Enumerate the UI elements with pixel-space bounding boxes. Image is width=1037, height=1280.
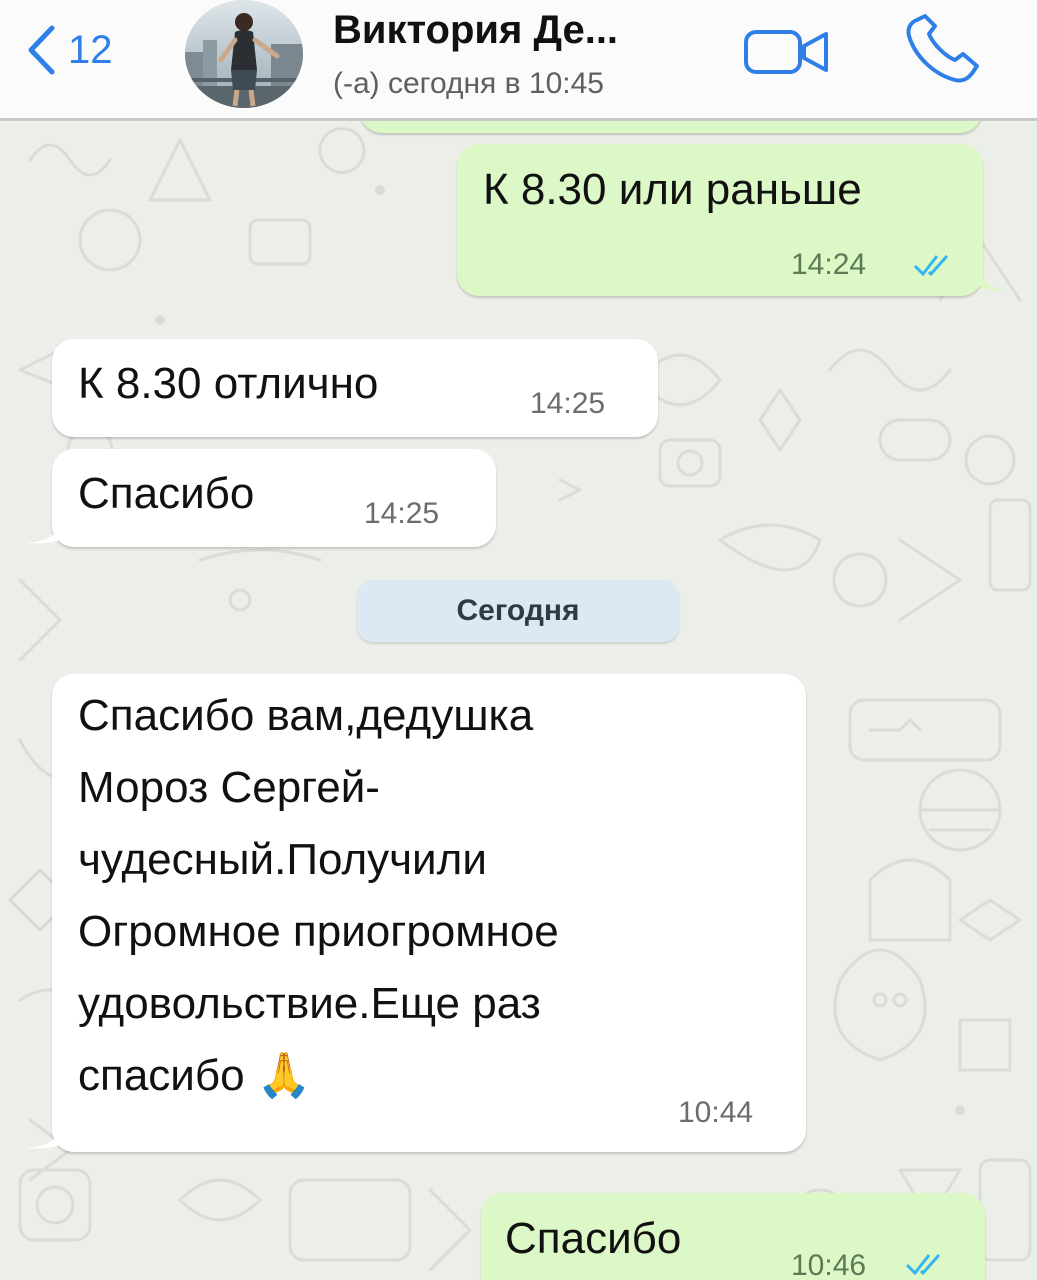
message-bubble-outgoing[interactable]: К 8.30 или раньше 14:24 (457, 144, 983, 296)
double-check-icon (905, 1254, 941, 1276)
message-time: 14:25 (530, 387, 606, 420)
message-time: 10:44 (678, 1096, 754, 1129)
last-seen-status: (-а) сегодня в 10:45 (333, 67, 604, 100)
message-text: К 8.30 или раньше (483, 165, 862, 214)
avatar[interactable] (185, 0, 303, 108)
message-text: Спасибо вам,дедушка Мороз Сергей- чудесн… (78, 691, 559, 1100)
bubble-tail (26, 519, 64, 544)
message-bubble-incoming[interactable]: К 8.30 отлично 14:25 (52, 339, 658, 437)
bubble-tail (26, 1124, 64, 1149)
voice-call-button[interactable] (903, 14, 983, 89)
message-text: К 8.30 отлично (78, 359, 379, 408)
message-text: Спасибо (78, 469, 255, 518)
double-check-icon (913, 255, 949, 277)
contact-info[interactable]: Виктория Де... (-а) сегодня в 10:45 (333, 6, 733, 106)
contact-name[interactable]: Виктория Де... (333, 6, 733, 54)
video-camera-icon (744, 30, 828, 74)
previous-message-edge (360, 121, 982, 133)
chat-area[interactable]: К 8.30 или раньше 14:24 К 8.30 отлично 1… (0, 121, 1037, 1280)
message-time: 14:24 (791, 248, 867, 281)
message-bubble-outgoing[interactable]: Спасибо 10:46 (481, 1193, 985, 1280)
video-call-button[interactable] (742, 26, 832, 83)
phone-icon (906, 14, 979, 83)
message-bubble-incoming[interactable]: Спасибо вам,дедушка Мороз Сергей- чудесн… (52, 674, 806, 1152)
chat-header: 12 Виктория Де... (-а) сегодня в 10:45 (0, 0, 1037, 121)
back-button[interactable]: 12 (26, 18, 113, 82)
bubble-tail (978, 267, 1008, 292)
date-separator: Сегодня (357, 580, 679, 642)
message-time: 14:25 (364, 497, 440, 530)
message-bubble-incoming[interactable]: Спасибо 14:25 (52, 449, 496, 547)
message-text: Спасибо (505, 1214, 682, 1263)
unread-count: 12 (68, 27, 113, 72)
message-time: 10:46 (791, 1249, 867, 1280)
chevron-left-icon (28, 25, 55, 75)
